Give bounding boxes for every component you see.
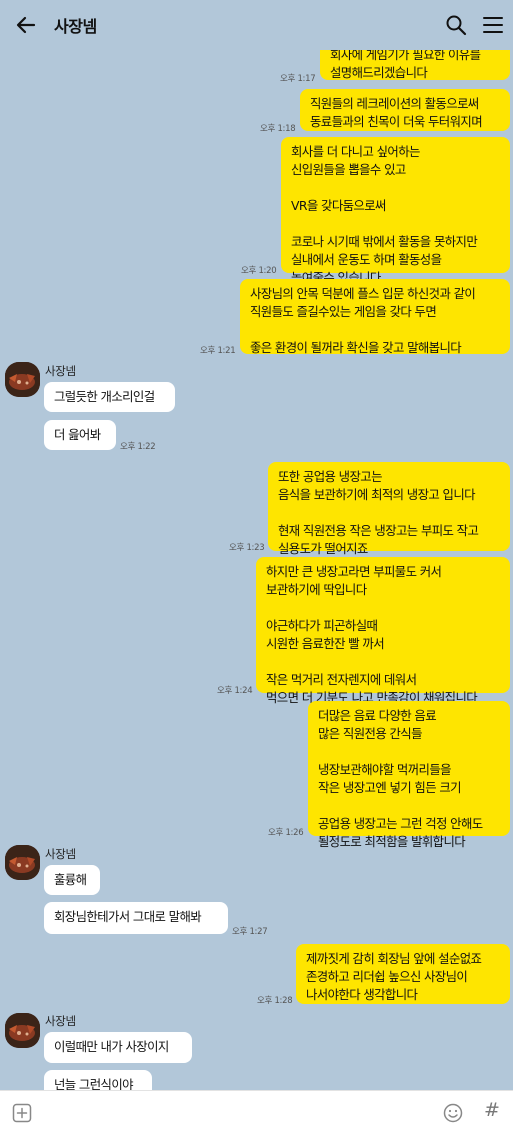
avatar[interactable] (5, 362, 40, 397)
hamburger-menu-icon[interactable] (482, 15, 504, 35)
message-bubble-other: 그럴듯한 개소리인걸 (44, 382, 175, 412)
message-bubble-mine: 또한 공업용 냉장고는 음식을 보관하기에 최적의 냉장고 입니다 현재 직원전… (268, 462, 510, 556)
message-bubble-other: 넌늘 그런식이야 (44, 1070, 152, 1090)
message-bubble-other: 회장님한테가서 그대로 말해봐 (44, 902, 228, 934)
chat-area[interactable]: 회사에 게임기가 필요한 이유를 설명해드리겠습니다 오후 1:17 직원들의 … (0, 0, 513, 1090)
message-time: 오후 1:17 (280, 74, 316, 84)
message-bubble-mine: 사장님의 안목 덕분에 플스 입문 하신것과 같이 직원들도 즐길수있는 게임을… (240, 279, 510, 355)
message-input-bar[interactable]: # (0, 1090, 513, 1134)
message-bubble-mine: 직원들의 레크레이션의 활동으로써 동료들과의 친목이 더욱 두터워지며 (300, 89, 510, 131)
message-bubble-other: 이럴때만 내가 사장이지 (44, 1032, 192, 1063)
sender-name: 사장넴 (45, 1014, 76, 1028)
arrow-left-icon[interactable] (14, 13, 38, 37)
message-time: 오후 1:27 (232, 927, 268, 937)
message-bubble-mine: 회사를 더 다니고 싶어하는 신입원들을 뽑을수 있고 VR을 갖다둠으로써 코… (281, 137, 510, 285)
message-time: 오후 1:26 (268, 828, 304, 838)
message-bubble-other: 훌륭해 (44, 865, 100, 895)
message-time: 오후 1:28 (257, 996, 293, 1006)
smiley-icon[interactable] (443, 1103, 463, 1123)
plus-square-icon[interactable] (12, 1103, 32, 1123)
message-time: 오후 1:20 (241, 266, 277, 276)
message-time: 오후 1:23 (229, 543, 265, 553)
chat-header: 사장넴 (0, 0, 513, 50)
avatar[interactable] (5, 845, 40, 880)
sender-name: 사장넴 (45, 364, 76, 378)
message-time: 오후 1:22 (120, 442, 156, 452)
message-bubble-mine: 더많은 음료 다양한 음료 많은 직원전용 간식들 냉장보관해야할 먹꺼리들을 … (308, 701, 510, 849)
chat-title: 사장넴 (54, 17, 97, 36)
message-bubble-other: 더 읊어봐 (44, 420, 116, 450)
message-time: 오후 1:21 (200, 346, 236, 356)
message-time: 오후 1:24 (217, 686, 253, 696)
message-time: 오후 1:18 (260, 124, 296, 134)
message-bubble-mine: 하지만 큰 냉장고라면 부피물도 커서 보관하기에 딱입니다 야근하다가 피곤하… (256, 557, 510, 705)
hash-icon[interactable]: # (484, 1099, 500, 1121)
sender-name: 사장넴 (45, 847, 76, 861)
search-icon[interactable] (445, 14, 467, 36)
message-bubble-mine: 제까짓게 감히 회장님 앞에 설순없죠 존경하고 리더쉽 높으신 사장님이 나서… (296, 944, 510, 1004)
avatar[interactable] (5, 1013, 40, 1048)
